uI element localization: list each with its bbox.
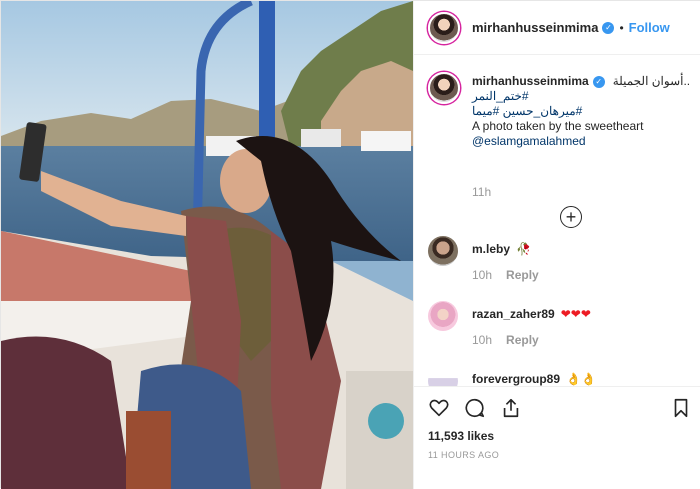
share-icon-svg — [503, 398, 519, 418]
load-more-symbol: + — [565, 207, 577, 227]
comment-avatar[interactable] — [428, 366, 458, 386]
post-actions: 11,593 likes 11 HOURS AGO — [414, 386, 700, 489]
comment-username[interactable]: forevergroup89 👌👌 — [472, 372, 596, 386]
bookmark-icon[interactable] — [668, 395, 694, 421]
share-icon[interactable] — [498, 395, 524, 421]
comment-time: 10h — [472, 268, 493, 282]
comment-username-text[interactable]: razan_zaher89 — [472, 307, 555, 321]
plus-circle-icon[interactable]: + — [560, 206, 582, 228]
comment-avatar[interactable] — [428, 236, 458, 266]
comment-item: razan_zaher89 ❤❤❤ 10h Reply — [428, 301, 690, 361]
caption-hashtag-line3[interactable]: #ميرهان_حسين #ميما — [472, 104, 694, 119]
caption-body: mirhanhusseinmima ✓ ..أسوان الجميلة #ختم… — [472, 74, 694, 149]
caption-first-line: mirhanhusseinmima ✓ ..أسوان الجميلة — [472, 74, 694, 89]
heart-icon[interactable] — [426, 395, 452, 421]
author-avatar[interactable] — [428, 11, 460, 44]
separator-dot: • — [619, 20, 624, 35]
verified-icon: ✓ — [592, 75, 605, 88]
caption-hashtag-line2[interactable]: #ختم_النمر — [472, 89, 694, 104]
verified-icon: ✓ — [602, 21, 615, 34]
post-timestamp: 11 HOURS AGO — [428, 450, 500, 460]
reply-button[interactable]: Reply — [506, 333, 539, 347]
caption-mention[interactable]: @eslamgamalahmed — [472, 134, 694, 149]
comment-icon-svg — [465, 398, 485, 418]
comment-text: 👌👌 — [566, 372, 596, 386]
comment-text: 🥀 — [516, 242, 531, 256]
author-username[interactable]: mirhanhusseinmima — [472, 20, 598, 35]
caption-avatar[interactable] — [428, 72, 460, 104]
comment-username-text[interactable]: m.leby — [472, 242, 510, 256]
follow-button[interactable]: Follow — [629, 20, 670, 35]
comment-time: 10h — [472, 333, 493, 347]
comment-text: ❤❤❤ — [560, 307, 591, 321]
post-photo[interactable] — [1, 1, 413, 489]
post-side-panel: mirhanhusseinmima ✓ • Follow mirhanhusse… — [413, 1, 700, 489]
caption-text-line1: ..أسوان الجميلة — [612, 74, 691, 88]
comment-username-text[interactable]: forevergroup89 — [472, 372, 560, 386]
comment-username[interactable]: m.leby 🥀 — [472, 242, 531, 256]
bookmark-icon-svg — [674, 398, 688, 418]
comment-icon[interactable] — [462, 395, 488, 421]
comment-username[interactable]: razan_zaher89 ❤❤❤ — [472, 307, 591, 321]
comment-avatar[interactable] — [428, 301, 458, 331]
comments-section: mirhanhusseinmima ✓ ..أسوان الجميلة #ختم… — [414, 56, 700, 386]
heart-icon-svg — [429, 399, 449, 417]
comment-item: m.leby 🥀 10h Reply — [428, 236, 690, 296]
instagram-post: mirhanhusseinmima ✓ • Follow mirhanhusse… — [0, 0, 700, 489]
caption-time: 11h — [472, 185, 492, 199]
comment-meta: 10h Reply — [472, 333, 539, 347]
likes-count[interactable]: 11,593 likes — [428, 429, 494, 443]
post-header: mirhanhusseinmima ✓ • Follow — [414, 1, 700, 55]
reply-button[interactable]: Reply — [506, 268, 539, 282]
comment-item: forevergroup89 👌👌 — [428, 366, 690, 386]
caption-text-line4: A photo taken by the sweetheart — [472, 119, 644, 133]
comment-meta: 10h Reply — [472, 268, 539, 282]
selfie-photo-illustration — [1, 1, 413, 489]
caption-username[interactable]: mirhanhusseinmima — [472, 74, 589, 89]
